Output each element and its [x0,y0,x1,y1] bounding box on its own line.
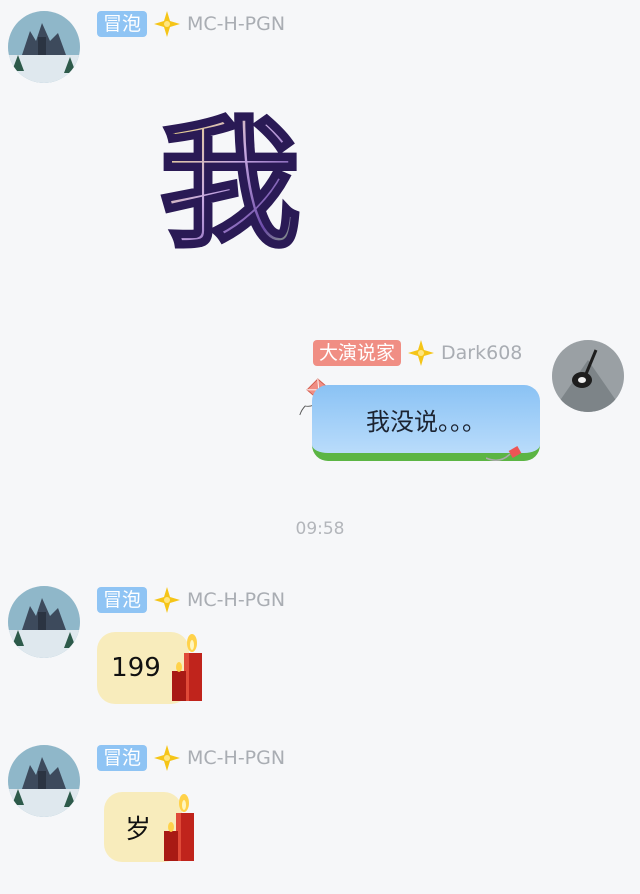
message-text: 岁 [124,814,151,845]
level-badge: 冒泡 [97,745,148,771]
avatar[interactable] [8,586,80,658]
candle-icon [172,634,202,701]
sender-name: MC-H-PGN [187,589,286,611]
level-badge: 冒泡 [97,11,148,37]
sender-name: MC-H-PGN [187,13,286,35]
sender-info: 冒泡 MC-H-PGN [97,744,285,772]
star-icon [154,587,181,613]
star-icon [154,745,181,771]
level-badge: 冒泡 [97,587,148,613]
sender-name: Dark608 [441,342,523,364]
star-icon [408,340,435,366]
sticker-glyph: 我 [160,104,300,258]
avatar[interactable] [552,340,624,412]
sender-info: 冒泡 MC-H-PGN [97,586,285,614]
sender-name: MC-H-PGN [187,747,286,769]
avatar[interactable] [8,745,80,817]
star-icon [154,11,181,37]
candle-icon [164,794,194,861]
title-badge: 大演说家 [313,340,402,366]
message-text: 199 [111,653,161,683]
timestamp: 09:58 [295,519,345,539]
kite-tail-icon [486,446,522,461]
message-text: 我没说。。。 [366,407,486,436]
avatar[interactable] [8,11,80,83]
sender-info: 冒泡 MC-H-PGN [97,10,285,38]
sticker-message[interactable]: 我 [158,98,308,269]
sender-info: 大演说家 Dark608 [313,339,522,367]
sticker-image: 我 [158,102,302,269]
